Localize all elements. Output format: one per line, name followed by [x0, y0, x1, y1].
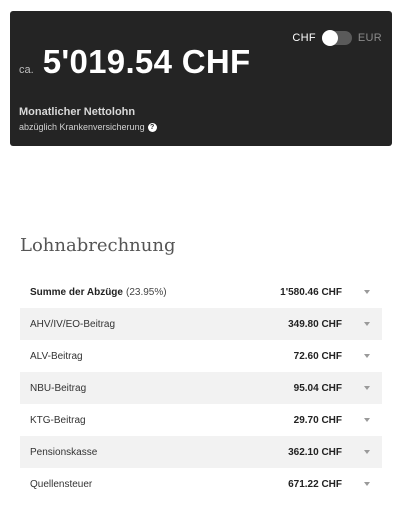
deduction-row-withholding-tax[interactable]: Quellensteuer 671.22 CHF: [20, 468, 382, 500]
net-salary-subtitle: abzüglich Krankenversicherung ?: [19, 122, 157, 132]
net-salary-amount: 5'019.54 CHF: [42, 43, 251, 80]
currency-chf-label[interactable]: CHF: [292, 32, 316, 44]
currency-toggle[interactable]: CHF EUR: [292, 30, 382, 46]
deduction-value: 349.80 CHF: [288, 318, 342, 330]
subtitle-text: abzüglich Krankenversicherung: [19, 122, 145, 132]
net-salary-card: CHF EUR ca. 5'019.54 CHF Monatlicher Net…: [10, 11, 392, 146]
deduction-row-ahv[interactable]: AHV/IV/EO-Beitrag 349.80 CHF: [20, 308, 382, 340]
deduction-value: 29.70 CHF: [293, 414, 342, 426]
chevron-down-icon[interactable]: [364, 482, 370, 486]
chevron-down-icon[interactable]: [364, 354, 370, 358]
chevron-down-icon[interactable]: [364, 386, 370, 390]
deduction-label: Quellensteuer: [30, 478, 93, 490]
deduction-value: 95.04 CHF: [293, 382, 342, 394]
chevron-down-icon[interactable]: [364, 418, 370, 422]
deduction-label: KTG-Beitrag: [30, 414, 86, 426]
amount-row: ca. 5'019.54 CHF: [19, 43, 250, 81]
deductions-summary-row[interactable]: Summe der Abzüge (23.95%) 1'580.46 CHF: [20, 276, 382, 308]
deduction-label: NBU-Beitrag: [30, 382, 87, 394]
summary-label: Summe der Abzüge (23.95%): [30, 287, 252, 298]
deduction-row-pension[interactable]: Pensionskasse 362.10 CHF: [20, 436, 382, 468]
deduction-row-alv[interactable]: ALV-Beitrag 72.60 CHF: [20, 340, 382, 372]
chevron-down-icon[interactable]: [364, 290, 370, 294]
chevron-down-icon[interactable]: [364, 450, 370, 454]
chevron-down-icon[interactable]: [364, 322, 370, 326]
summary-value: 1'580.46 CHF: [280, 286, 342, 298]
deduction-value: 72.60 CHF: [293, 350, 342, 362]
deduction-label: Pensionskasse: [30, 446, 98, 458]
deduction-row-ktg[interactable]: KTG-Beitrag 29.70 CHF: [20, 404, 382, 436]
deduction-value: 362.10 CHF: [288, 446, 342, 458]
net-salary-title: Monatlicher Nettolohn: [19, 106, 136, 118]
deduction-label: AHV/IV/EO-Beitrag: [30, 318, 116, 330]
deduction-row-nbu[interactable]: NBU-Beitrag 95.04 CHF: [20, 372, 382, 404]
switch-knob[interactable]: [321, 30, 338, 46]
currency-eur-label[interactable]: EUR: [358, 32, 382, 44]
deductions-list: Summe der Abzüge (23.95%) 1'580.46 CHF AH…: [20, 276, 382, 500]
deduction-value: 671.22 CHF: [288, 478, 342, 490]
currency-switch[interactable]: [321, 30, 352, 46]
approx-prefix: ca.: [19, 64, 34, 76]
help-icon[interactable]: ?: [147, 122, 157, 132]
summary-label-text: Summe der Abzüge: [30, 286, 123, 298]
section-title: Lohnabrechnung: [20, 235, 176, 256]
deduction-label: ALV-Beitrag: [30, 350, 83, 362]
summary-percentage: (23.95%): [125, 286, 167, 298]
